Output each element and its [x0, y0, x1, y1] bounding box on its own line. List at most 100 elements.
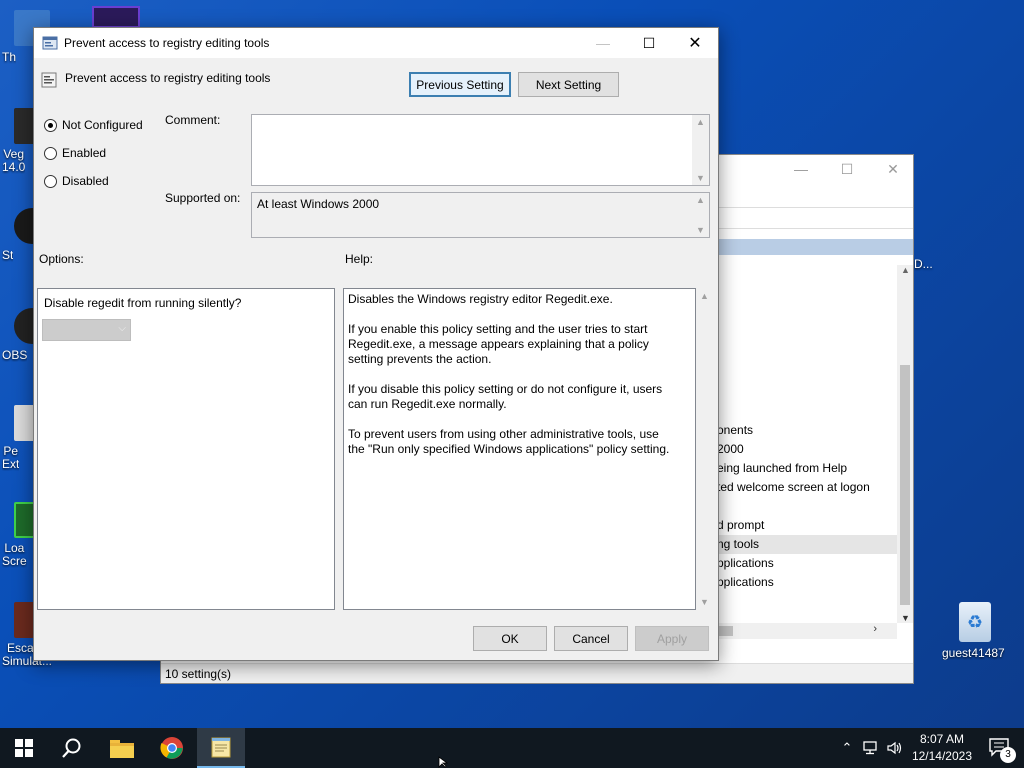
close-icon[interactable]: ✕ — [883, 161, 903, 179]
radio-enabled[interactable]: Enabled — [44, 146, 106, 160]
chevron-down-icon: ⌵ — [118, 323, 126, 334]
chrome-button[interactable] — [148, 728, 196, 768]
app-thumbnail[interactable] — [92, 6, 140, 28]
apply-button[interactable]: Apply — [635, 626, 709, 651]
supported-on-field[interactable]: At least Windows 2000 ▲ ▼ — [251, 192, 710, 238]
scroll-down-icon[interactable]: ▼ — [901, 613, 910, 623]
scroll-up-icon[interactable]: ▲ — [700, 291, 709, 301]
help-label: Help: — [345, 252, 374, 266]
radio-not-configured[interactable]: Not Configured — [44, 118, 143, 132]
show-hidden-icons[interactable]: ⌃ — [838, 728, 856, 768]
supported-on-label: Supported on: — [165, 191, 241, 205]
list-item[interactable]: pplications — [717, 573, 897, 592]
help-panel: Disables the Windows registry editor Reg… — [343, 288, 696, 610]
desktop-icon-label: Loa Scre — [2, 542, 27, 568]
help-paragraph: If you enable this policy setting and th… — [348, 322, 649, 366]
comment-label: Comment: — [165, 113, 221, 127]
desktop-icon-label: Veg 14.0 — [2, 148, 26, 174]
clock-date: 12/14/2023 — [911, 749, 972, 763]
list-item[interactable]: eing launched from Help — [717, 459, 897, 478]
cancel-button[interactable]: Cancel — [554, 626, 628, 651]
list-item[interactable]: ted welcome screen at logon — [717, 478, 897, 497]
scroll-up-icon[interactable]: ▲ — [696, 117, 705, 127]
desktop-icon-label: Th — [2, 50, 17, 64]
chrome-icon — [160, 737, 183, 759]
policy-setting-dialog[interactable]: Prevent access to registry editing tools… — [33, 27, 719, 661]
next-setting-button[interactable]: Next Setting — [518, 72, 619, 97]
recycle-bin-icon: ♻ — [959, 602, 991, 642]
scroll-down-icon[interactable]: ▼ — [700, 597, 709, 607]
maximize-button[interactable]: ☐ — [626, 28, 672, 58]
network-icon — [863, 741, 877, 755]
option-question: Disable regedit from running silently? — [44, 296, 242, 310]
start-icon — [15, 739, 33, 757]
setting-list: onents 2000 eing launched from Help ted … — [717, 421, 897, 592]
help-paragraph: To prevent users from using other admini… — [348, 427, 670, 456]
network-tray[interactable] — [860, 728, 882, 768]
help-paragraph: If you disable this policy setting or do… — [348, 382, 663, 411]
list-item-selected[interactable]: ng tools — [717, 535, 897, 554]
list-item[interactable] — [717, 497, 897, 516]
chevron-up-icon: ⌃ — [841, 740, 853, 755]
previous-setting-button[interactable]: Previous Setting — [409, 72, 511, 97]
help-scrollbar[interactable]: ▲ ▼ — [696, 288, 713, 610]
radio-label: Disabled — [62, 174, 109, 188]
policy-window-icon — [42, 36, 58, 50]
minimize-button[interactable]: — — [580, 28, 626, 58]
options-label: Options: — [39, 252, 84, 266]
volume-tray[interactable] — [884, 728, 906, 768]
close-button[interactable]: ✕ — [672, 28, 718, 58]
option-dropdown[interactable]: ⌵ — [42, 319, 131, 341]
radio-circle[interactable] — [44, 146, 57, 160]
scrollbar-thumb[interactable] — [900, 365, 910, 605]
taskbar: ⌃ 8:07 AM 12/14/2023 3 — [0, 728, 1024, 768]
supported-on-value: At least Windows 2000 — [257, 197, 380, 211]
radio-circle-checked[interactable] — [44, 118, 57, 132]
maximize-icon[interactable]: ☐ — [837, 161, 857, 179]
comment-scrollbar[interactable]: ▲ ▼ — [692, 115, 709, 185]
settings-count: 10 setting(s) — [165, 667, 232, 681]
clock[interactable]: 8:07 AM 12/14/2023 — [912, 731, 972, 765]
notepad-button[interactable] — [197, 728, 245, 768]
scrollbar-thumb[interactable] — [717, 626, 733, 636]
options-panel: Disable regedit from running silently? ⌵ — [37, 288, 335, 610]
notepad-icon — [211, 737, 231, 758]
dialog-titlebar[interactable]: Prevent access to registry editing tools… — [34, 28, 718, 58]
file-explorer-button[interactable] — [98, 728, 146, 768]
dialog-title: Prevent access to registry editing tools — [64, 36, 270, 50]
list-item[interactable]: d prompt — [717, 516, 897, 535]
search-button[interactable] — [48, 728, 96, 768]
comment-field[interactable]: ▲ ▼ — [251, 114, 710, 186]
list-item[interactable]: 2000 — [717, 440, 897, 459]
desktop-icon-label: St — [2, 248, 14, 262]
file-explorer-icon — [110, 740, 134, 758]
recycle-bin-label: guest41487 — [942, 646, 1005, 660]
recycle-bin[interactable]: ♻ guest41487 — [942, 602, 1008, 660]
status-bar: 10 setting(s) — [161, 663, 913, 683]
scroll-up-icon[interactable]: ▲ — [696, 195, 705, 205]
ok-button[interactable]: OK — [473, 626, 547, 651]
list-item[interactable]: pplications — [717, 554, 897, 573]
list-item[interactable]: onents — [717, 421, 897, 440]
policy-name: Prevent access to registry editing tools — [65, 71, 271, 85]
clock-time: 8:07 AM — [919, 732, 964, 746]
desktop-icon-label: Pe Ext — [2, 445, 20, 471]
scroll-up-icon[interactable]: ▲ — [901, 265, 910, 275]
policy-setting-icon — [41, 72, 57, 88]
radio-circle[interactable] — [44, 174, 57, 188]
supported-on-scrollbar[interactable]: ▲ ▼ — [692, 193, 709, 237]
start-button[interactable] — [0, 728, 48, 768]
scroll-right-icon[interactable]: › — [873, 623, 877, 635]
scroll-down-icon[interactable]: ▼ — [696, 173, 705, 183]
horizontal-scrollbar[interactable]: › — [717, 623, 897, 639]
scroll-down-icon[interactable]: ▼ — [696, 225, 705, 235]
radio-label: Enabled — [62, 146, 107, 160]
notification-badge: 3 — [1000, 747, 1016, 763]
desktop-edge-label: D... — [914, 257, 933, 271]
desktop-icon-label: OBS — [2, 348, 28, 362]
minimize-icon[interactable]: — — [791, 161, 811, 179]
radio-label: Not Configured — [62, 118, 143, 132]
search-icon — [62, 738, 81, 758]
radio-disabled[interactable]: Disabled — [44, 174, 109, 188]
vertical-scrollbar[interactable]: ▲ ▼ — [897, 265, 913, 623]
